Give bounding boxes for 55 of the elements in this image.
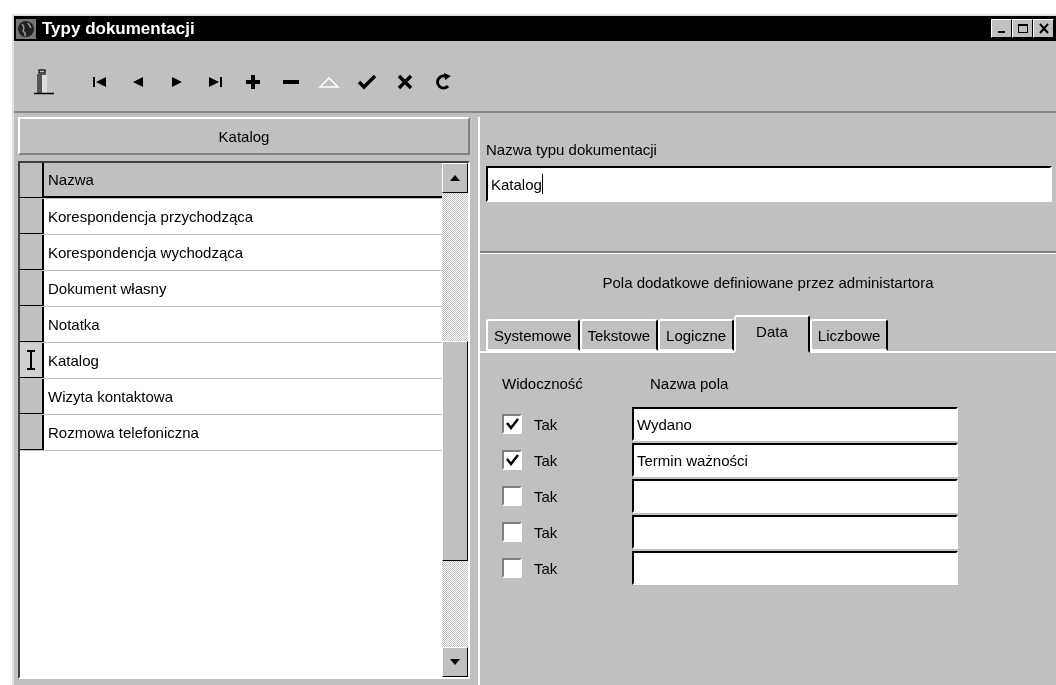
- row-indicator[interactable]: [20, 379, 44, 414]
- minimize-icon: [998, 31, 1005, 33]
- input-field[interactable]: [632, 479, 958, 513]
- tab[interactable]: Tekstowe: [579, 319, 659, 351]
- minimize-button[interactable]: [991, 19, 1012, 38]
- table-cell[interactable]: Rozmowa telefoniczna: [44, 415, 442, 450]
- checkbox-label: Tak: [534, 523, 559, 541]
- tab[interactable]: Logiczne: [658, 319, 735, 351]
- table-cell[interactable]: Dokument własny: [44, 271, 442, 306]
- input-field[interactable]: [632, 515, 958, 549]
- up-arrow-icon: [450, 175, 460, 181]
- row-indicator[interactable]: [20, 343, 44, 378]
- column-header: Nazwa pola: [650, 375, 729, 392]
- checkbox-label: Tak: [534, 487, 559, 505]
- table-cell[interactable]: Korespondencja przychodząca: [44, 199, 442, 234]
- tab[interactable]: Systemowe: [486, 319, 580, 351]
- tab[interactable]: Liczbowe: [809, 319, 889, 351]
- checkbox-label: Tak: [534, 415, 559, 433]
- row-indicator[interactable]: [20, 415, 44, 450]
- checkbox-label: Tak: [534, 559, 559, 577]
- table-cell[interactable]: Korespondencja wychodząca: [44, 235, 442, 270]
- checkbox[interactable]: [502, 414, 522, 434]
- input-field[interactable]: [632, 551, 958, 585]
- row-indicator[interactable]: [20, 199, 44, 234]
- close-button[interactable]: [1033, 19, 1054, 38]
- globe-icon: [16, 18, 36, 39]
- maximize-icon: [1016, 23, 1029, 34]
- field-label: Nazwa typu dokumentacji: [486, 141, 657, 158]
- scrollbar[interactable]: [442, 163, 468, 677]
- checkbox[interactable]: [502, 522, 522, 542]
- row-indicator[interactable]: [20, 307, 44, 342]
- panel-header: Katalog: [18, 117, 470, 155]
- input-field[interactable]: Wydano: [632, 407, 958, 441]
- maximize-button[interactable]: [1012, 19, 1033, 38]
- checkbox-label: Tak: [534, 451, 559, 469]
- table-cell[interactable]: Wizyta kontaktowa: [44, 379, 442, 414]
- input-field[interactable]: Termin ważności: [632, 443, 958, 477]
- row-indicator[interactable]: [20, 271, 44, 306]
- close-icon: [1037, 23, 1050, 34]
- scroll-up-button[interactable]: [442, 163, 468, 193]
- checkbox[interactable]: [502, 450, 522, 470]
- section-title: Pola dodatkowe definiowane przez administartora: [602, 274, 934, 291]
- checkbox[interactable]: [502, 486, 522, 506]
- table-cell[interactable]: Notatka: [44, 307, 442, 342]
- table-cell[interactable]: Katalog: [44, 343, 442, 378]
- text-cursor-icon: [25, 349, 37, 371]
- input-field[interactable]: Katalog: [486, 166, 1052, 202]
- column-header: Widoczność: [502, 375, 583, 392]
- tab[interactable]: Data: [734, 315, 810, 353]
- window-title: Typy dokumentacji: [42, 18, 195, 39]
- down-arrow-icon: [450, 659, 460, 665]
- column-header: Nazwa: [44, 163, 442, 198]
- scroll-down-button[interactable]: [442, 647, 468, 677]
- row-indicator[interactable]: [20, 235, 44, 270]
- checkbox[interactable]: [502, 558, 522, 578]
